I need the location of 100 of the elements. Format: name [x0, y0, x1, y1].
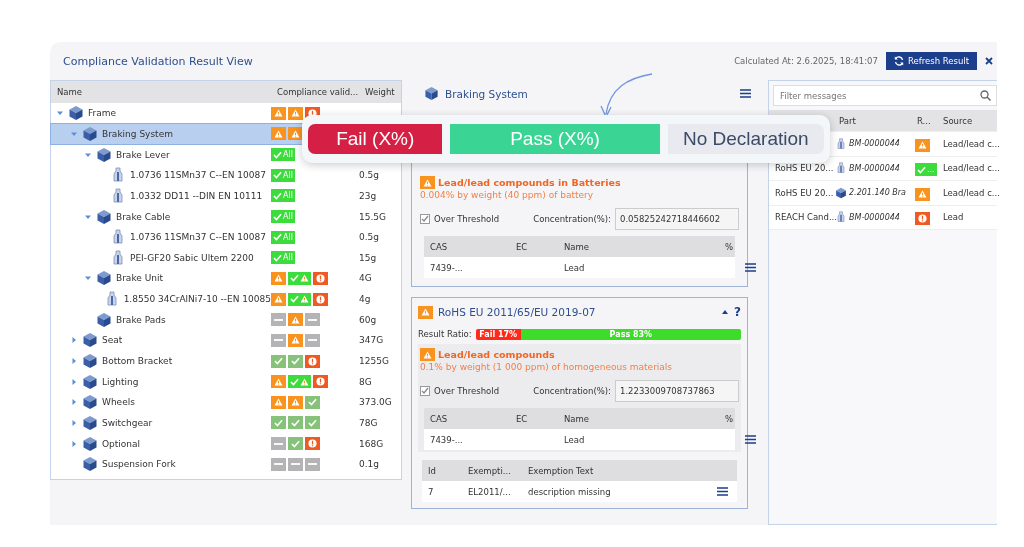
tree-row[interactable]: Switchgear 78G: [51, 412, 401, 434]
tree-row[interactable]: 1.8550 34CrAlNi7-10 --EN 10085 4g: [51, 288, 401, 310]
column-header: Name: [563, 413, 591, 424]
tree-item-label: Switchgear: [102, 417, 153, 428]
over-threshold-checkbox[interactable]: [420, 214, 430, 224]
caret-right-icon[interactable]: [70, 439, 78, 448]
table-cell-text: description missing: [527, 486, 612, 497]
column-header: Source: [942, 115, 974, 126]
search-icon[interactable]: [980, 90, 991, 101]
calculated-time: Calculated At: 2.6.2025, 18:41:07: [734, 56, 878, 66]
column-header: R...: [916, 115, 932, 126]
concentration-label: Concentration(%):: [533, 214, 611, 224]
tree-item-label: Optional: [102, 438, 141, 449]
tree-item-label: Brake Unit: [116, 273, 163, 284]
column-header: Id: [427, 465, 437, 476]
column-header: Name: [563, 241, 591, 252]
tree-item-label: Wheels: [102, 397, 135, 408]
weight-text: 60g: [359, 314, 378, 325]
weight-text: 0.5g: [359, 232, 381, 243]
table-cell-text: Lead/lead c...: [942, 138, 997, 149]
tree-row[interactable]: Seat 347G: [51, 330, 401, 351]
tree-row[interactable]: 1.0332 DD11 --DIN EN 10111 All 23g: [51, 185, 401, 207]
cube-icon: [82, 394, 98, 411]
weight-text: 4G: [359, 273, 373, 284]
tree-row[interactable]: Suspension Fork 0.1g: [51, 453, 401, 475]
weight-text: 4g: [359, 294, 372, 305]
table-cell-text: RoHS EU 20...: [774, 187, 833, 198]
column-header: EC: [515, 241, 529, 252]
panel-title: Braking System: [445, 87, 529, 100]
tree-item-label: Bottom Bracket: [102, 356, 173, 366]
checkbox-label: Over Threshold: [434, 386, 500, 396]
column-header: Weight: [364, 87, 396, 97]
caret-right-icon[interactable]: [70, 377, 78, 386]
caret-right-icon[interactable]: [70, 418, 78, 427]
part-number: BM-0000044: [849, 139, 900, 149]
part-number: 2.201.140 Bra: [849, 188, 906, 198]
checkbox-label: Over Threshold: [434, 214, 500, 224]
tree-row[interactable]: Brake Cable All 15.5G: [51, 206, 401, 227]
cube-icon: [82, 414, 98, 431]
bottle-icon: [110, 187, 126, 204]
message-row[interactable]: RoHS EU 20... 2.201.140 Bra Lead/lead c...: [769, 181, 997, 206]
pass-badge: All: [271, 148, 295, 162]
column-header: Name: [56, 87, 84, 97]
bottle-icon: [110, 229, 126, 246]
refresh-button[interactable]: Refresh Result: [885, 52, 977, 70]
tree-item-label: 1.0736 11SMn37 C--EN 10087: [130, 170, 266, 181]
window-title: Compliance Validation Result View: [63, 54, 254, 68]
cube-icon: [82, 435, 98, 452]
caret-up-icon[interactable]: [721, 309, 730, 315]
over-threshold-checkbox[interactable]: [420, 386, 430, 396]
tree-row[interactable]: Frame: [51, 103, 401, 124]
tree-item-label: Suspension Fork: [102, 459, 176, 470]
table-cell-text: EL2011/...: [467, 486, 512, 497]
weight-text: 373.0G: [359, 397, 393, 408]
cube-icon: [835, 186, 847, 199]
tree-item-label: Brake Pads: [116, 314, 166, 325]
tree-row[interactable]: PEI-GF20 Sabic Ultem 2200 All 15g: [51, 247, 401, 269]
caret-right-icon[interactable]: [70, 398, 78, 407]
cube-icon: [82, 125, 98, 142]
weight-text: 0.5g: [359, 170, 381, 181]
tree-row[interactable]: Bottom Bracket 1255G: [51, 350, 401, 372]
weight-text: 1255G: [359, 356, 390, 366]
legend-item: Pass (X%): [450, 124, 660, 154]
tree-row[interactable]: 1.0736 11SMn37 C--EN 10087 All 0.5g: [51, 164, 401, 186]
menu-icon[interactable]: [745, 263, 756, 272]
tree-item-label: PEI-GF20 Sabic Ultem 2200: [130, 252, 254, 263]
column-header: %: [724, 241, 735, 252]
tree-row[interactable]: Brake Pads 60g: [51, 309, 401, 331]
close-icon[interactable]: [985, 57, 993, 65]
caret-right-icon[interactable]: [70, 357, 78, 365]
legend-item: No Declaration: [667, 124, 824, 154]
concentration-field[interactable]: 0.05825242718446602: [615, 208, 739, 230]
tree-item-label: Braking System: [102, 128, 173, 139]
table-cell-text: 7439-...: [429, 262, 464, 273]
tree-row[interactable]: Optional 168G: [51, 433, 401, 454]
pass-badge: ...: [915, 163, 937, 177]
tree-row[interactable]: 1.0736 11SMn37 C--EN 10087 All 0.5g: [51, 226, 401, 248]
tree-row[interactable]: Brake Unit 4G: [51, 268, 401, 289]
table-cell-text: Lead: [563, 434, 586, 445]
pass-badge: All: [271, 189, 295, 203]
tree-item-label: Brake Cable: [116, 211, 171, 222]
cube-icon: [96, 311, 112, 328]
card-title: RoHS EU 2011/65/EU 2019-07: [438, 306, 597, 318]
tree-row[interactable]: Lighting 8G: [51, 371, 401, 392]
table-cell-text: Lead: [942, 212, 965, 223]
warning-badge: [418, 305, 433, 319]
column-header: Exemption Text: [527, 465, 595, 476]
menu-icon[interactable]: [717, 487, 728, 496]
menu-icon[interactable]: [740, 89, 751, 98]
bottle-icon: [835, 162, 847, 175]
filter-field[interactable]: Filter messages: [773, 85, 997, 106]
weight-text: 168G: [359, 438, 385, 449]
table-cell-text: RoHS EU 20...: [774, 163, 833, 174]
tree-row[interactable]: Wheels 373.0G: [51, 391, 401, 413]
concentration-field[interactable]: 1.2233009708737863: [615, 380, 739, 402]
menu-icon[interactable]: [745, 435, 756, 444]
caret-right-icon[interactable]: [70, 336, 78, 345]
message-row[interactable]: REACH Cand... BM-0000044 Lead: [769, 205, 997, 230]
bottle-icon: [110, 249, 126, 266]
help-icon[interactable]: ?: [734, 305, 741, 319]
